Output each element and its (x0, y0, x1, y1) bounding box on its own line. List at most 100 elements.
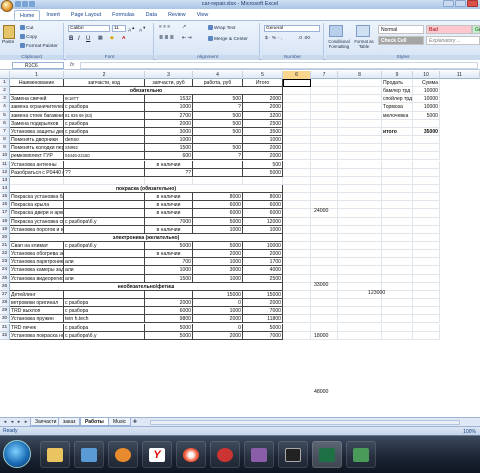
cell[interactable] (283, 136, 311, 145)
row-header[interactable]: 29 (0, 307, 10, 316)
cell[interactable]: с разбора (64, 307, 145, 316)
tab-data[interactable]: Data (141, 10, 162, 20)
cell[interactable] (413, 152, 440, 161)
cell[interactable] (338, 274, 382, 283)
style-explanatory[interactable]: Explanatory ... (426, 36, 480, 45)
row-header[interactable]: 8 (0, 136, 10, 145)
cell[interactable] (311, 299, 338, 308)
sheet-tab-zapchasti[interactable]: Запчасти (30, 418, 62, 426)
cell[interactable]: Установка покраска ноздри спортс M (10, 331, 64, 340)
cell[interactable] (283, 176, 311, 185)
horizontal-scrollbar[interactable] (150, 420, 460, 425)
row-header[interactable]: 25 (0, 274, 10, 283)
cell[interactable] (338, 193, 382, 202)
cell[interactable]: 6000 (145, 307, 193, 316)
cell[interactable] (311, 111, 338, 120)
format-painter-button[interactable]: Format Painter (20, 43, 58, 49)
subtotal-2[interactable]: 33000 (314, 282, 328, 288)
photo-icon[interactable] (346, 441, 376, 468)
cell[interactable]: 5000 (413, 111, 440, 120)
cell[interactable]: электроника (желательно) (10, 233, 283, 242)
cell[interactable]: запчасти, код (64, 79, 145, 88)
cell[interactable] (311, 250, 338, 259)
cell[interactable]: 500 (193, 95, 243, 104)
cell[interactable]: 500 (193, 111, 243, 120)
cell[interactable]: 11800 (243, 315, 283, 324)
cell[interactable]: 1000 (145, 103, 193, 112)
row-header[interactable]: 12 (0, 168, 10, 177)
cell[interactable]: итого (382, 127, 413, 137)
cell[interactable] (283, 250, 311, 259)
cell[interactable]: ремкомплект ГУР (10, 152, 64, 161)
prev-sheet-icon[interactable]: ◂ (9, 419, 15, 425)
cut-button[interactable]: Cut (20, 25, 33, 31)
subtotal-4[interactable]: 18000 (314, 333, 328, 339)
cell[interactable]: Установка камеры заднего вида (10, 266, 64, 275)
cell[interactable] (413, 331, 440, 340)
cell[interactable] (338, 315, 382, 324)
cell[interactable] (64, 225, 145, 234)
cell[interactable] (338, 242, 382, 251)
cell[interactable] (413, 315, 440, 324)
cell[interactable]: 1500 (145, 144, 193, 153)
cell[interactable] (338, 299, 382, 308)
cell[interactable] (338, 79, 382, 88)
cell[interactable] (413, 184, 440, 194)
cell[interactable]: покраска (обязательно) (10, 184, 283, 194)
align-left-icon[interactable]: ≣ ≣ ≣ (159, 36, 174, 41)
cell[interactable] (338, 127, 382, 137)
row-header[interactable]: 7 (0, 127, 10, 137)
column-header-8[interactable]: 8 (338, 71, 382, 79)
cell[interactable]: 3000 (193, 266, 243, 275)
subtotal-5[interactable]: 48000 (314, 389, 328, 395)
format-as-table-button[interactable]: Format as Table (352, 39, 376, 49)
number-format-select[interactable]: General (264, 25, 320, 32)
cell[interactable] (413, 136, 440, 145)
cell[interactable] (413, 168, 440, 177)
cell[interactable]: али (64, 258, 145, 267)
cell[interactable]: 2700 (145, 111, 193, 120)
start-orb-icon[interactable] (3, 440, 31, 468)
cell[interactable] (283, 127, 311, 137)
cell[interactable] (243, 176, 283, 185)
cell[interactable]: 5000 (145, 242, 193, 251)
cell[interactable]: Установка защиты двс (10, 127, 64, 137)
cell[interactable] (413, 250, 440, 259)
excel-icon[interactable] (312, 441, 342, 468)
cell[interactable]: 5000 (243, 323, 283, 332)
cell[interactable]: али (64, 274, 145, 283)
cell[interactable] (311, 323, 338, 332)
style-good[interactable]: Go (472, 25, 480, 34)
cell[interactable]: 2500 (243, 119, 283, 128)
cell[interactable]: али (64, 266, 145, 275)
cell[interactable] (382, 209, 413, 218)
cell[interactable]: 8000 (243, 193, 283, 202)
cell[interactable] (338, 136, 382, 145)
cell[interactable] (413, 307, 440, 316)
cell[interactable] (193, 160, 243, 169)
font-name-select[interactable]: Calibri (68, 25, 110, 32)
cell[interactable]: 1000 (145, 136, 193, 145)
cell[interactable]: в наличии (145, 225, 193, 234)
cell[interactable] (413, 201, 440, 210)
cell[interactable] (338, 152, 382, 161)
row-header[interactable]: 11 (0, 160, 10, 169)
row-header[interactable]: 17 (0, 209, 10, 218)
cell[interactable]: 6000 (243, 201, 283, 210)
cell[interactable] (413, 323, 440, 332)
cell[interactable]: 2000 (145, 119, 193, 128)
cell[interactable]: Разобраться с P0440 и вибрацией (10, 168, 64, 177)
underline-button[interactable]: U (86, 36, 90, 42)
cell[interactable]: 500 (243, 160, 283, 169)
cell[interactable]: 6000 (193, 201, 243, 210)
align-top-icon[interactable]: ≡ ≡ ≡ (159, 25, 170, 30)
cell[interactable] (311, 119, 338, 128)
cell[interactable] (311, 290, 338, 300)
cell[interactable] (283, 103, 311, 112)
maximize-button[interactable] (455, 0, 466, 7)
next-sheet-icon[interactable]: ▸ (16, 419, 22, 425)
cell[interactable]: Установка пружин (10, 315, 64, 324)
row-header[interactable]: 13 (0, 176, 10, 185)
cell[interactable]: 1500 (145, 274, 193, 283)
column-header-9[interactable]: 9 (382, 71, 413, 79)
